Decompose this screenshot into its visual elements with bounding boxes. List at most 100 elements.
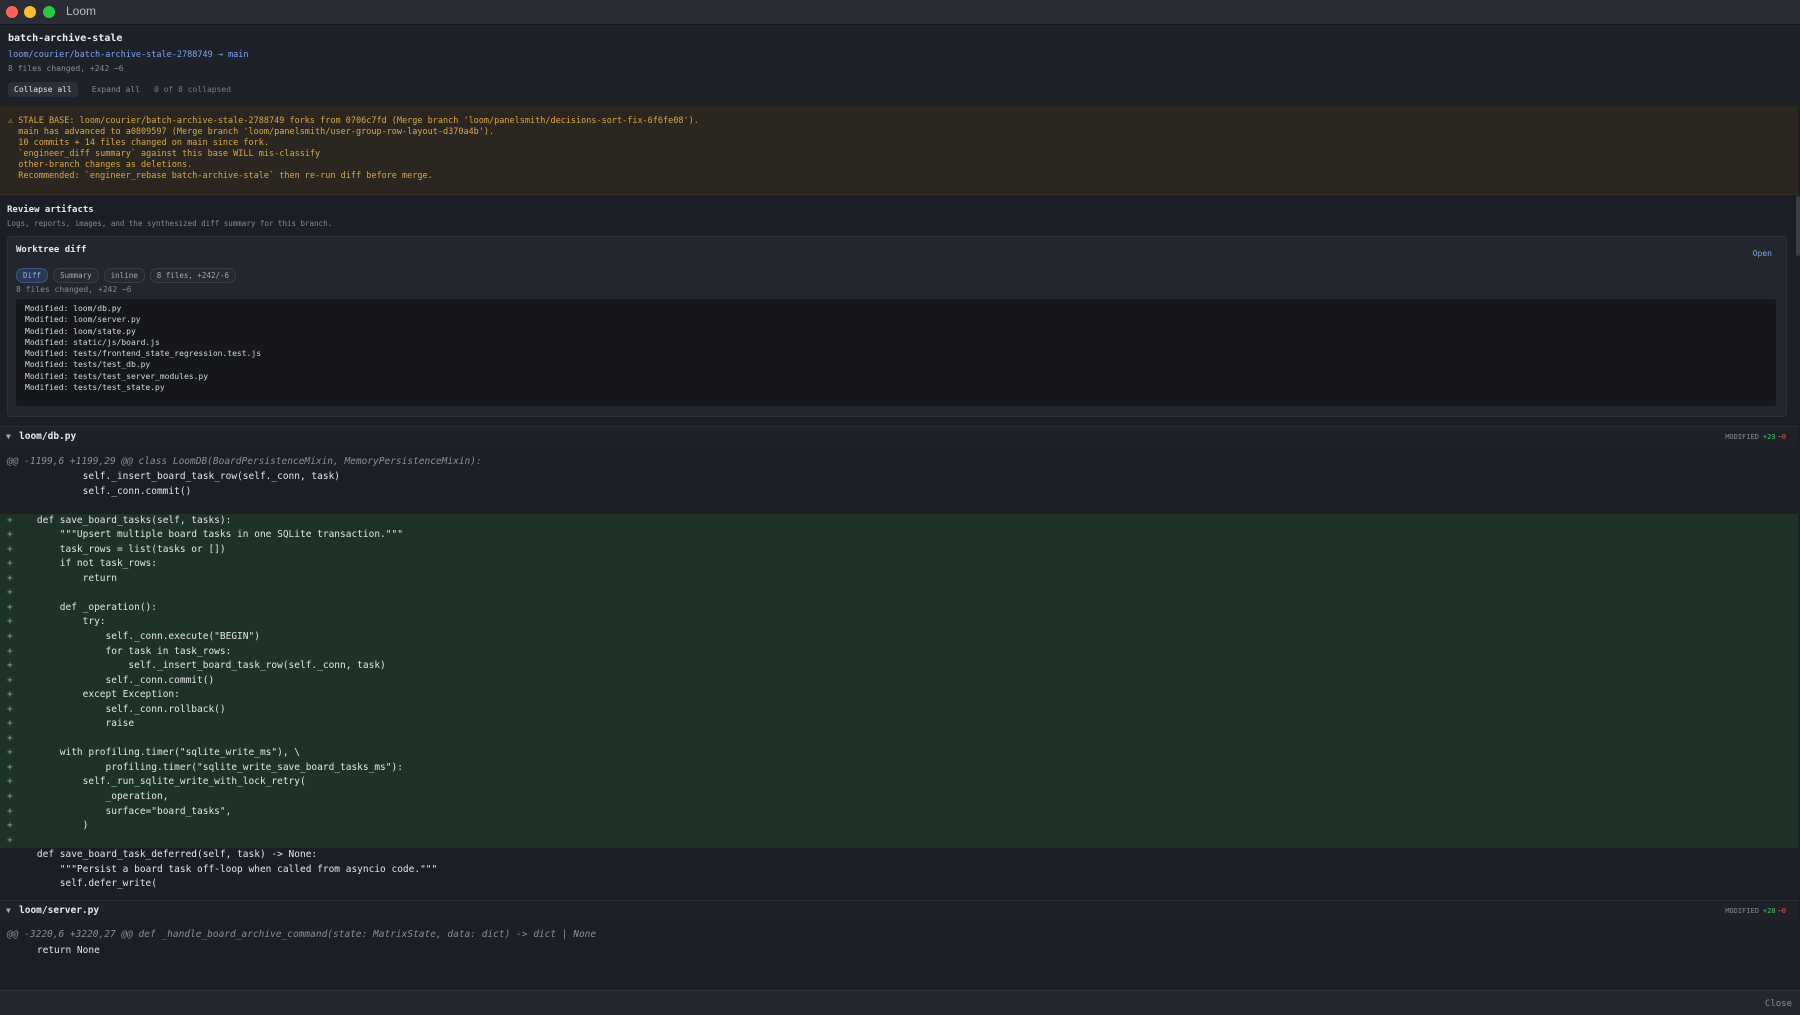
chip-diff[interactable]: Diff — [16, 268, 49, 283]
hunk-header: @@ -3220,6 +3220,27 @@ def _handle_board… — [7, 929, 597, 940]
chip-summary[interactable]: Summary — [53, 268, 99, 283]
code-line: def save_board_task_deferred(self, task)… — [0, 848, 1798, 863]
warning-line: main has advanced to a0809597 (Merge bra… — [8, 127, 495, 137]
worktree-diff-card: Worktree diff Open Diff Summary inline 8… — [7, 236, 1787, 417]
diff-marker: + — [7, 529, 13, 541]
diff-marker — [7, 485, 13, 500]
code-text: surface="board_tasks", — [14, 805, 232, 817]
diff-marker — [7, 944, 13, 959]
diff-marker: + — [7, 703, 13, 715]
code-line: self._insert_board_task_row(self._conn, … — [0, 470, 1798, 485]
code-line: + self._conn.commit() — [0, 673, 1798, 689]
diff-code-server: return None — [0, 944, 1798, 959]
chevron-down-icon[interactable]: ▼ — [6, 906, 11, 915]
code-line: + with profiling.timer("sqlite_write_ms"… — [0, 746, 1798, 761]
code-line: + — [0, 586, 1798, 601]
warning-line: ⚠ STALE BASE: loom/courier/batch-archive… — [8, 116, 699, 126]
code-line: + """Upsert multiple board tasks in one … — [0, 528, 1798, 543]
collapse-all-button[interactable]: Collapse all — [8, 82, 78, 97]
close-window-icon[interactable] — [6, 6, 18, 18]
chevron-down-icon[interactable]: ▼ — [6, 432, 11, 441]
code-line: return None — [0, 944, 1798, 959]
diff-marker: + — [7, 616, 13, 628]
code-text: self._insert_board_task_row(self._conn, … — [14, 471, 341, 482]
code-text: self.defer_write( — [14, 878, 157, 890]
list-item: Modified: loom/db.py — [25, 304, 122, 313]
code-text: self._conn.commit() — [14, 485, 192, 497]
code-line: + if not task_rows: — [0, 557, 1798, 572]
list-item: Modified: tests/test_db.py — [25, 360, 151, 370]
code-text: self._run_sqlite_write_with_lock_retry( — [14, 776, 306, 788]
diff-marker: + — [7, 689, 13, 701]
stale-base-warning: ⚠ STALE BASE: loom/courier/batch-archive… — [0, 106, 1798, 195]
code-line: + — [0, 731, 1798, 747]
window-title: Loom — [66, 4, 97, 18]
close-button[interactable]: Close — [1765, 999, 1792, 1009]
diff-stats: 8 files changed, +242 −6 — [8, 64, 124, 73]
code-text: self._insert_board_task_row(self._conn, … — [14, 660, 386, 672]
diff-marker: + — [7, 587, 13, 599]
diff-marker: + — [7, 558, 13, 570]
list-item: Modified: static/js/board.js — [25, 337, 160, 347]
file-status: MODIFIED — [1725, 907, 1759, 915]
code-line: + return — [0, 571, 1798, 587]
diff-marker: + — [7, 718, 13, 730]
code-text: return — [14, 572, 117, 584]
list-item: Modified: tests/frontend_state_regressio… — [25, 349, 262, 359]
code-line: + except Exception: — [0, 688, 1798, 703]
file-stat: MODIFIED +23 −0 — [1725, 433, 1786, 441]
code-text: self._conn.commit() — [14, 674, 215, 686]
chip-inline[interactable]: inline — [103, 268, 145, 283]
added-count: +23 — [1762, 433, 1776, 441]
diff-marker: + — [7, 747, 13, 759]
list-item: Modified: loom/server.py — [25, 315, 141, 325]
file-name: loom/db.py — [19, 431, 77, 442]
file-status: MODIFIED — [1725, 433, 1759, 441]
diff-marker: + — [7, 732, 13, 744]
branch-header: batch-archive-stale loom/courier/batch-a… — [0, 25, 1800, 105]
code-text: def save_board_task_deferred(self, task)… — [14, 849, 318, 861]
file-header-server[interactable]: ▼ loom/server.py MODIFIED +28 −0 — [0, 900, 1798, 921]
minimize-window-icon[interactable] — [24, 6, 36, 18]
zoom-window-icon[interactable] — [43, 6, 55, 18]
diff-marker: + — [7, 674, 13, 686]
list-item: Modified: tests/test_state.py — [25, 383, 165, 393]
collapsed-count: 0 of 8 collapsed — [153, 85, 232, 94]
code-line: + ) — [0, 819, 1798, 834]
hunk-header: @@ -1199,6 +1199,29 @@ class LoomDB(Boar… — [7, 456, 482, 467]
chip-file-count: 8 files, +242/-6 — [149, 268, 237, 283]
list-item: Modified: tests/test_server_modules.py — [25, 371, 209, 381]
artifacts-title: Review artifacts — [7, 205, 94, 215]
diff-marker — [7, 848, 13, 863]
file-stat: MODIFIED +28 −0 — [1725, 907, 1786, 915]
diff-marker: + — [7, 543, 13, 555]
diff-marker: + — [7, 805, 13, 817]
code-line: + def _operation(): — [0, 600, 1798, 616]
code-text: try: — [14, 616, 106, 628]
card-title: Worktree diff — [16, 245, 87, 255]
code-text: """Upsert multiple board tasks in one SQ… — [14, 529, 403, 541]
diff-marker: + — [7, 660, 13, 672]
diff-marker: + — [7, 645, 13, 657]
removed-count: −0 — [1777, 907, 1786, 915]
code-line: + try: — [0, 615, 1798, 631]
code-line: + task_rows = list(tasks or []) — [0, 542, 1798, 558]
expand-all-button[interactable]: Expand all — [86, 82, 146, 97]
diff-marker: + — [7, 776, 13, 788]
branch-path[interactable]: loom/courier/batch-archive-stale-2788749… — [8, 50, 249, 60]
code-text: profiling.timer("sqlite_write_save_board… — [14, 761, 403, 773]
code-text: task_rows = list(tasks or []) — [14, 543, 226, 555]
warning-line: 10 commits + 14 files changed on main si… — [8, 138, 269, 148]
modified-file-list: Modified: loom/db.py Modified: loom/serv… — [16, 299, 1776, 406]
removed-count: −0 — [1777, 433, 1786, 441]
diff-marker — [7, 470, 13, 485]
open-link[interactable]: Open — [1753, 249, 1772, 258]
diff-marker: + — [7, 572, 13, 584]
warning-line: `engineer_diff summary` against this bas… — [8, 149, 321, 159]
file-header-db[interactable]: ▼ loom/db.py MODIFIED +23 −0 — [0, 426, 1798, 447]
code-line: + def save_board_tasks(self, tasks): — [0, 513, 1798, 529]
diff-marker: + — [7, 631, 13, 643]
footer-bar: Close — [0, 990, 1800, 1015]
code-line: self.defer_write( — [0, 877, 1798, 892]
scrollbar-thumb[interactable] — [1796, 196, 1800, 256]
